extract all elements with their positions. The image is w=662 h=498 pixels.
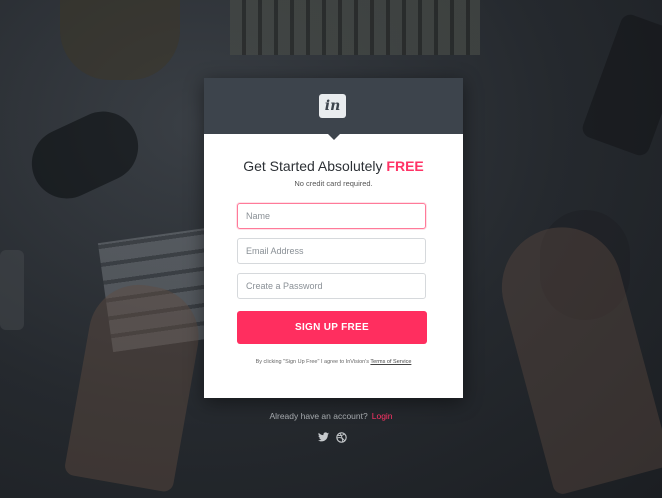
login-prompt: Already have an account? Login xyxy=(0,411,662,421)
login-link[interactable]: Login xyxy=(372,411,393,421)
signup-card: in Get Started Absolutely FREE No credit… xyxy=(204,78,463,398)
page-title: Get Started Absolutely FREE xyxy=(204,158,463,174)
background-hand-left xyxy=(63,276,207,494)
name-field[interactable] xyxy=(237,203,426,229)
terms-text: By clicking "Sign Up Free" I agree to In… xyxy=(204,359,463,365)
background-phone xyxy=(579,11,662,159)
invision-logo[interactable]: in xyxy=(319,94,346,118)
title-accent: FREE xyxy=(386,158,424,174)
login-prompt-text: Already have an account? xyxy=(269,411,368,421)
background-hand-right xyxy=(488,213,662,497)
background-sunglasses xyxy=(20,100,150,210)
twitter-icon[interactable] xyxy=(317,432,329,444)
terms-prefix: By clicking "Sign Up Free" I agree to In… xyxy=(255,359,371,365)
subtitle: No credit card required. xyxy=(294,179,373,188)
background-keyboard xyxy=(230,0,480,55)
terms-link[interactable]: Terms of Service xyxy=(370,359,411,365)
dribbble-icon[interactable] xyxy=(335,432,347,444)
password-field[interactable] xyxy=(237,273,426,299)
title-text: Get Started Absolutely xyxy=(243,158,387,174)
signup-button[interactable]: SIGN UP FREE xyxy=(237,311,427,344)
background-cup xyxy=(60,0,180,80)
email-field[interactable] xyxy=(237,238,426,264)
card-header: in xyxy=(204,78,463,140)
background-device xyxy=(0,250,24,330)
